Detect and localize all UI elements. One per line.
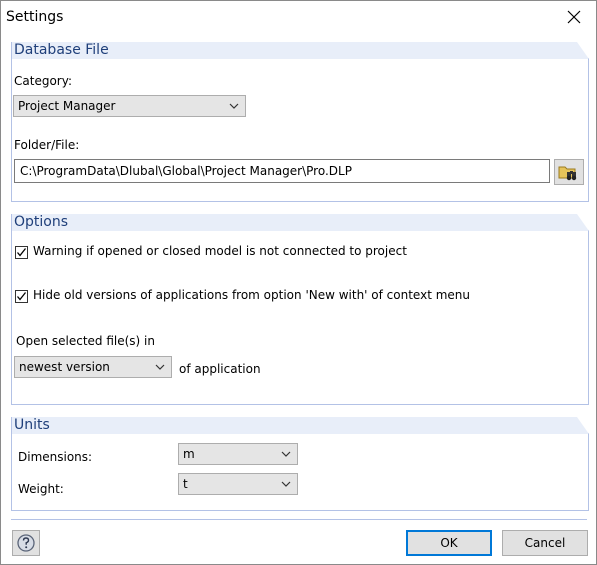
options-header: Options [14,214,69,230]
section-header: Database File [12,42,589,59]
section-header: Options [12,214,589,231]
title-bar: Settings [1,1,596,33]
window-title: Settings [6,9,64,25]
hide-old-versions-checkbox[interactable] [15,290,28,303]
warning-checkbox[interactable] [15,246,28,259]
browse-button[interactable] [554,159,584,185]
hide-old-versions-label: Hide old versions of applications from o… [33,288,471,302]
close-button[interactable] [552,1,596,33]
database-file-header: Database File [14,42,109,58]
cancel-button[interactable]: Cancel [502,530,588,556]
weight-label: Weight: [18,482,64,496]
weight-select[interactable]: t [178,473,298,495]
warning-label: Warning if opened or closed model is not… [33,244,407,258]
footer-divider [11,519,587,520]
cancel-button-label: Cancel [524,536,566,550]
category-select[interactable]: Project Manager [13,95,246,117]
weight-value: t [183,477,188,491]
version-select[interactable]: newest version [14,356,172,378]
version-value: newest version [19,360,110,374]
help-button[interactable] [12,530,40,556]
chevron-down-icon [229,103,239,109]
of-application-label: of application [179,362,261,376]
chevron-down-icon [281,451,291,457]
folder-file-value: C:\ProgramData\Dlubal\Global\Project Man… [20,164,352,178]
dimensions-select[interactable]: m [178,443,298,465]
close-icon [567,10,581,24]
chevron-down-icon [155,364,165,370]
browse-folder-icon [558,166,577,181]
help-icon [17,534,35,552]
chevron-down-icon [281,481,291,487]
units-section: Units [11,417,589,511]
folder-label: Folder/File: [14,138,80,152]
ok-button[interactable]: OK [406,530,492,556]
settings-dialog: Settings Database File Category: Project… [0,0,597,565]
ok-button-label: OK [440,536,458,550]
units-header: Units [14,417,50,433]
dimensions-value: m [183,447,195,461]
checkmark-icon [17,248,27,257]
open-in-label: Open selected file(s) in [16,334,155,348]
folder-file-input[interactable]: C:\ProgramData\Dlubal\Global\Project Man… [14,159,550,183]
dimensions-label: Dimensions: [18,450,93,464]
section-header: Units [12,417,589,434]
category-value: Project Manager [18,99,116,113]
checkmark-icon [17,292,27,301]
category-label: Category: [14,74,72,88]
